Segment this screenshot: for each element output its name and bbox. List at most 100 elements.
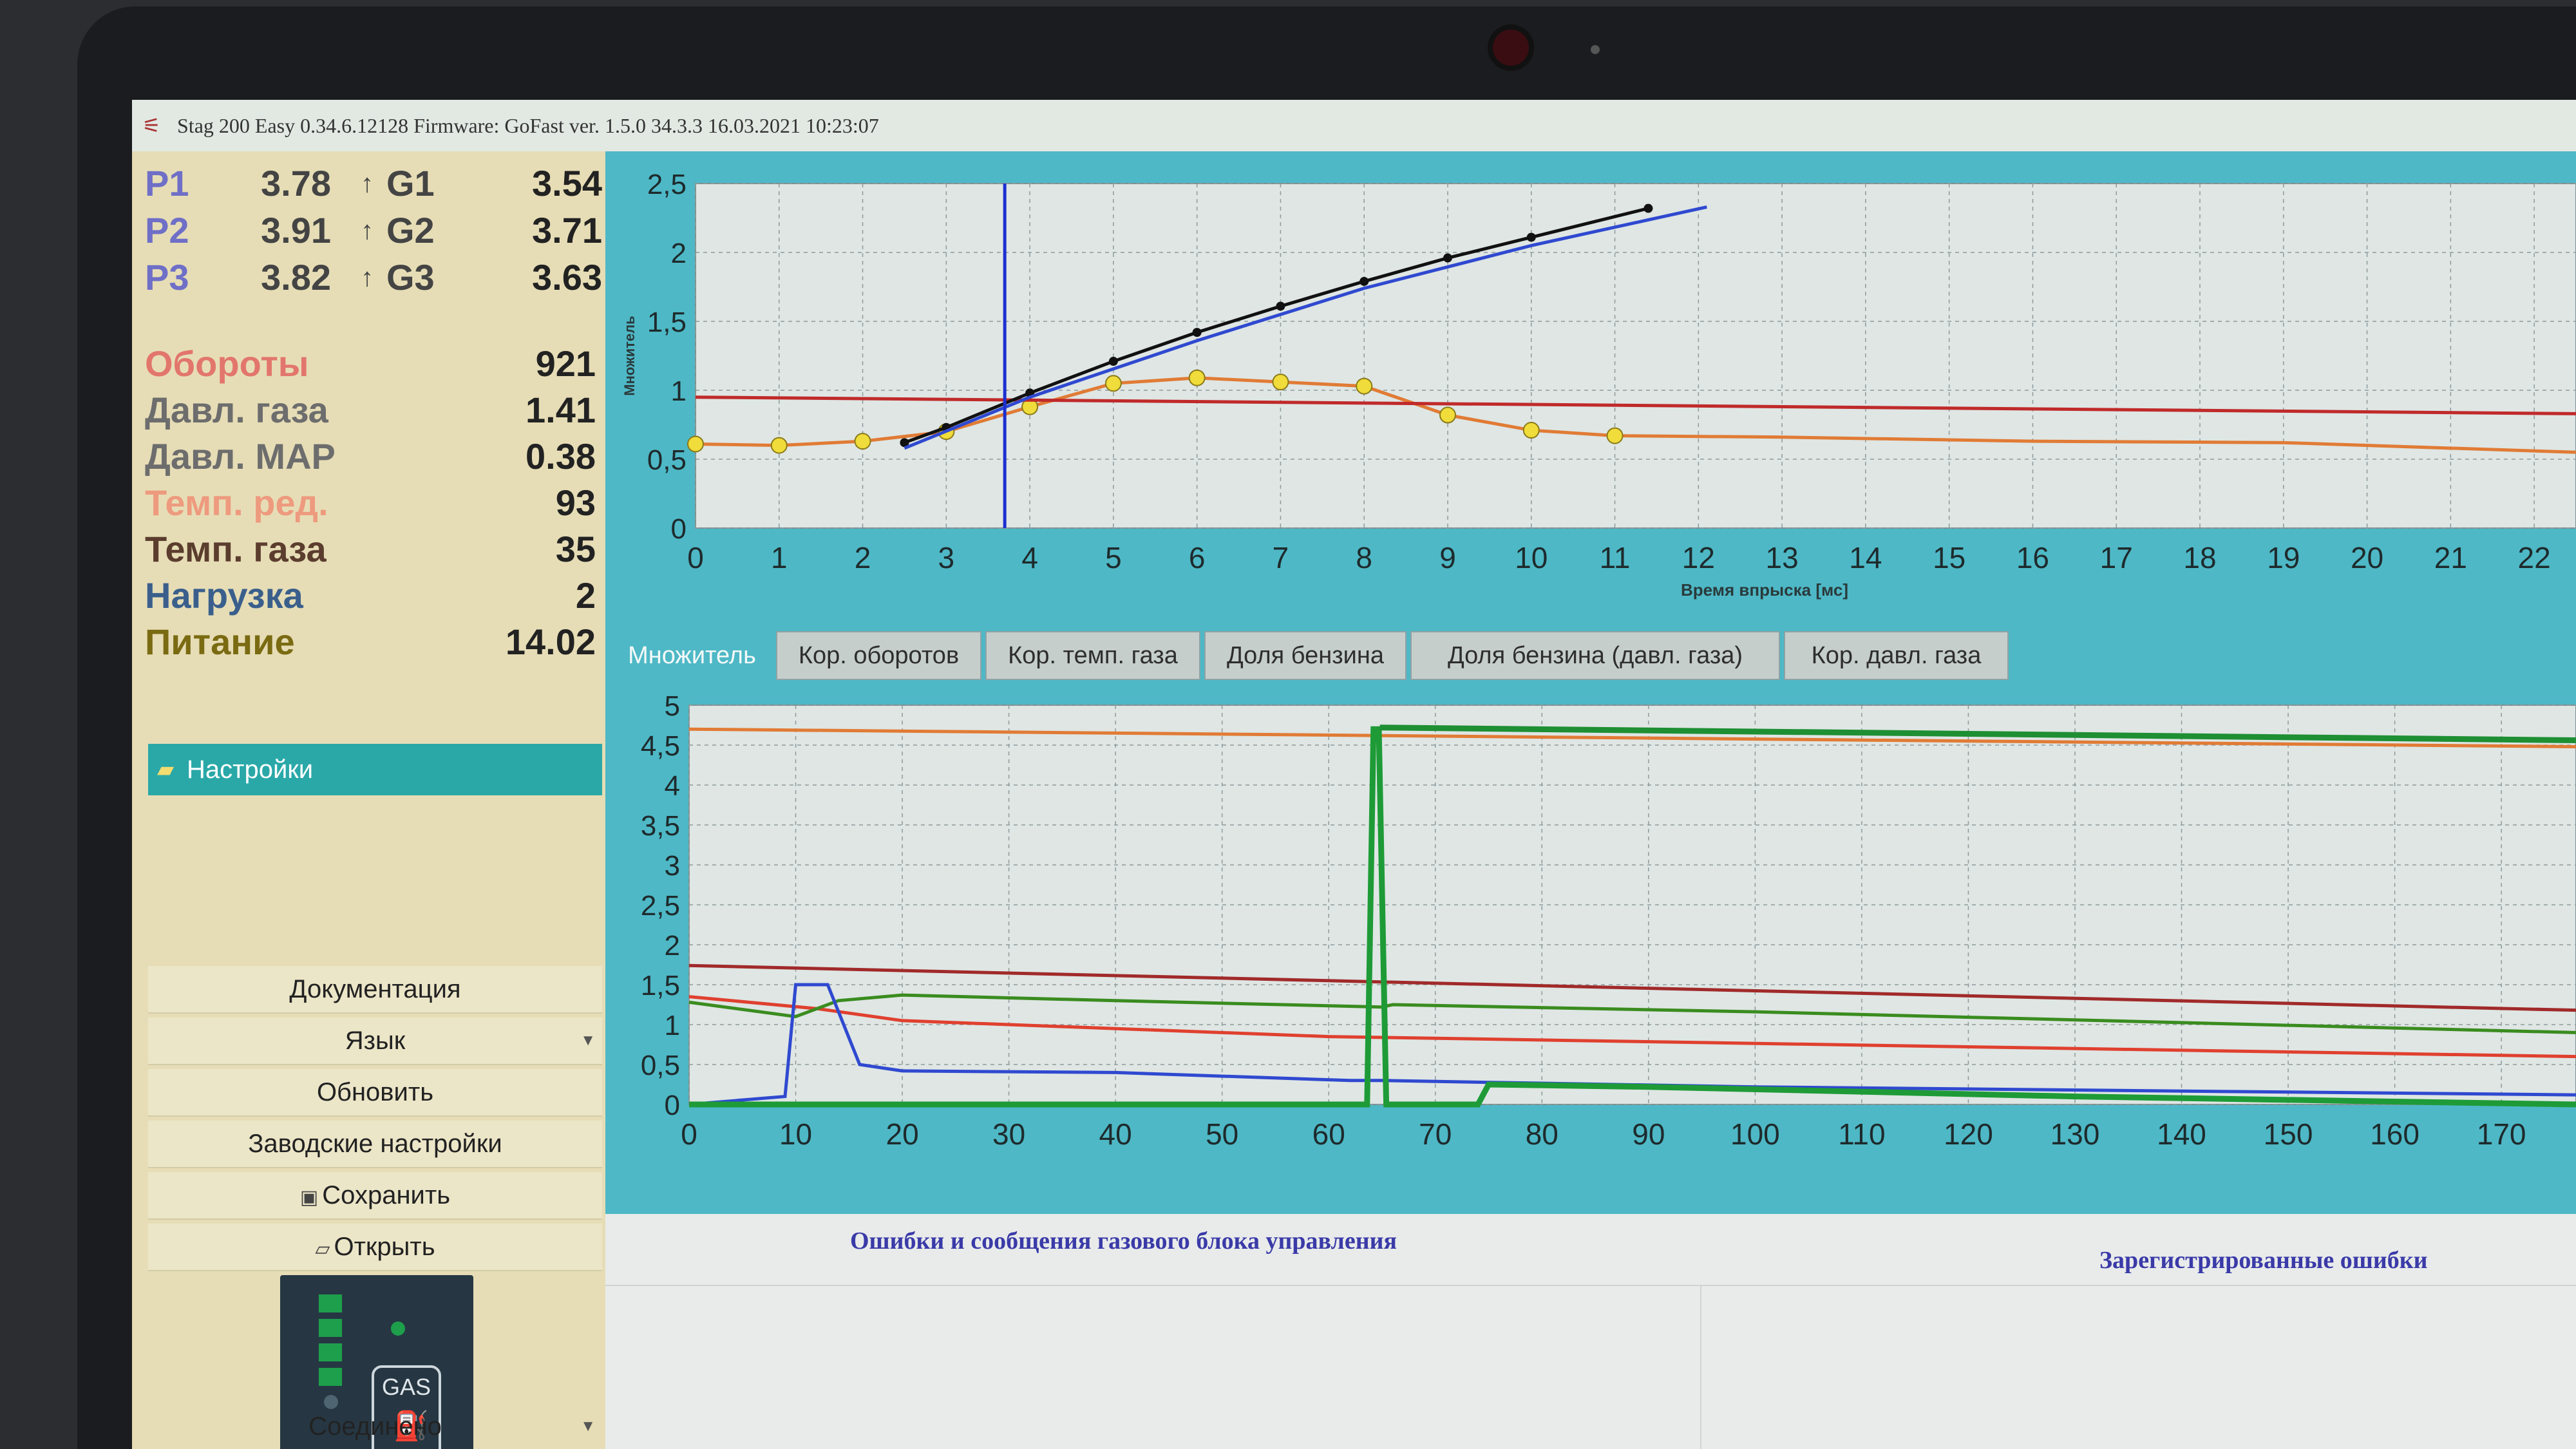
menu-open[interactable]: ▱ Открыть xyxy=(148,1224,602,1271)
x-tick-label: 40 xyxy=(1099,1117,1132,1151)
x-tick-label: 150 xyxy=(2264,1117,2313,1151)
x-tick-label: 160 xyxy=(2370,1117,2420,1151)
messages-panel: Ошибки и сообщения газового блока управл… xyxy=(605,1214,2576,1449)
x-tick-label: 11 xyxy=(1600,541,1631,574)
x-axis-label: Время впрыска [мс] xyxy=(1681,580,1848,600)
window-title: Stag 200 Easy 0.34.6.12128 Firmware: GoF… xyxy=(177,114,879,137)
floppy-icon: ▣ xyxy=(299,1187,319,1208)
level-bar xyxy=(319,1343,342,1361)
p3-value: 3.82 xyxy=(261,257,331,298)
p1-label: P1 xyxy=(145,163,189,204)
up-arrow-icon: ↑ xyxy=(361,169,374,198)
x-tick-label: 6 xyxy=(1189,541,1206,574)
param-label: Давл. газа xyxy=(145,390,328,430)
param-row: Давл. MAP 0.38 xyxy=(145,434,596,479)
tab-label: Множитель xyxy=(628,642,756,669)
app-icon: ⚟ xyxy=(142,114,161,137)
chevron-down-icon: ▼ xyxy=(580,1032,596,1049)
data-point xyxy=(1443,253,1452,263)
x-tick-label: 2 xyxy=(855,541,871,574)
chart-panel: 0 1 2 3 4 5 6 7 8 9 10 11 12 13 14 15 16 17 18 19 20 21 22 0 0,5… xyxy=(605,151,2576,1214)
x-tick-label: 18 xyxy=(2183,541,2216,574)
folder-open-icon: ▱ xyxy=(315,1238,330,1260)
tab-label: Кор. давл. газа xyxy=(1811,642,1982,669)
settings-header[interactable]: ▰ Настройки xyxy=(148,744,602,795)
menu-factory-settings[interactable]: Заводские настройки xyxy=(148,1121,602,1168)
menu-label: Язык xyxy=(345,1027,406,1055)
plot-area xyxy=(695,183,2576,529)
x-tick-label: 19 xyxy=(2267,541,2300,574)
y-tick-label: 2 xyxy=(671,238,687,269)
param-row: Давл. газа 1.41 xyxy=(145,388,596,433)
data-point xyxy=(1606,427,1624,444)
level-bar xyxy=(319,1368,342,1386)
tab-gas-temp-correction[interactable]: Кор. темп. газа xyxy=(985,631,1200,680)
data-point xyxy=(687,435,704,453)
multiplier-chart[interactable]: 0 1 2 3 4 5 6 7 8 9 10 11 12 13 14 15 16 17 18 19 20 21 2200,5… xyxy=(605,151,2576,631)
param-label: Питание xyxy=(145,621,295,662)
param-row: Обороты 921 xyxy=(145,341,596,386)
y-tick-label: 0,5 xyxy=(641,1050,680,1081)
y-tick-label: 1 xyxy=(665,1010,680,1041)
y-tick-label: 4,5 xyxy=(641,730,680,762)
x-tick-label: 16 xyxy=(2016,541,2049,574)
y-tick-label: 3 xyxy=(665,850,680,882)
x-tick-label: 170 xyxy=(2477,1117,2526,1151)
menu-update[interactable]: Обновить xyxy=(148,1069,602,1117)
x-tick-label: 30 xyxy=(992,1117,1025,1151)
p1-value: 3.78 xyxy=(261,163,331,204)
x-tick-label: 14 xyxy=(1849,541,1882,574)
g2-value: 3.71 xyxy=(532,210,602,251)
tab-label: Доля бензина (давл. газа) xyxy=(1447,642,1743,669)
tab-multiplier[interactable]: Множитель xyxy=(612,631,772,680)
settings-label: Настройки xyxy=(187,755,314,784)
x-tick-label: 22 xyxy=(2518,541,2551,574)
data-point xyxy=(854,433,871,450)
data-point xyxy=(1104,375,1122,392)
g1-value: 3.54 xyxy=(532,163,602,204)
x-tick-label: 8 xyxy=(1356,541,1372,574)
x-tick-label: 100 xyxy=(1730,1117,1780,1151)
tab-petrol-share[interactable]: Доля бензина xyxy=(1204,631,1406,680)
divider xyxy=(1700,1285,1701,1449)
data-point xyxy=(1359,276,1369,286)
g3-label: G3 xyxy=(386,257,435,298)
y-tick-label: 0 xyxy=(665,1090,680,1121)
tab-rpm-correction[interactable]: Кор. оборотов xyxy=(776,631,981,680)
tab-gas-pressure-correction[interactable]: Кор. давл. газа xyxy=(1784,631,2009,680)
g3-value: 3.63 xyxy=(532,257,602,298)
status-led xyxy=(391,1321,405,1336)
registered-errors-title: Зарегистрированные ошибки xyxy=(2099,1247,2428,1274)
param-label: Давл. MAP xyxy=(145,436,336,477)
tab-petrol-share-gas-pressure[interactable]: Доля бензина (давл. газа) xyxy=(1410,631,1780,680)
data-point xyxy=(770,437,788,454)
data-point xyxy=(1643,204,1653,213)
menu-language[interactable]: Язык ▼ xyxy=(148,1018,602,1065)
webcam-led xyxy=(1591,45,1600,54)
param-value: 0.38 xyxy=(526,436,596,477)
data-point xyxy=(1192,328,1202,337)
tab-label: Кор. оборотов xyxy=(798,642,960,669)
up-arrow-icon: ↑ xyxy=(361,216,374,245)
y-tick-label: 0,5 xyxy=(647,444,687,476)
y-tick-label: 4 xyxy=(665,770,680,802)
x-tick-label: 20 xyxy=(2351,541,2383,574)
errors-title: Ошибки и сообщения газового блока управл… xyxy=(850,1227,1397,1255)
x-tick-label: 0 xyxy=(687,541,704,574)
menu-documentation[interactable]: Документация xyxy=(148,966,602,1014)
x-tick-label: 70 xyxy=(1419,1117,1452,1151)
param-value: 2 xyxy=(575,575,596,616)
x-tick-label: 13 xyxy=(1766,541,1799,574)
chevron-down-icon: ▼ xyxy=(580,1417,596,1435)
x-tick-label: 0 xyxy=(681,1117,697,1151)
g1-label: G1 xyxy=(386,163,435,204)
data-point xyxy=(1439,406,1456,424)
data-point xyxy=(1276,301,1285,311)
param-label: Обороты xyxy=(145,343,309,384)
y-axis-label: Множитель xyxy=(621,316,638,395)
oscilloscope-chart[interactable]: 0 10 20 30 40 50 60 70 80 90 100 110 120 130 140 150 160… xyxy=(605,686,2576,1214)
param-row: Темп. ред. 93 xyxy=(145,480,596,526)
menu-save[interactable]: ▣ Сохранить xyxy=(148,1172,602,1220)
reading-p1: P1 3.78 ↑ G1 3.54 xyxy=(145,161,602,206)
x-tick-label: 1 xyxy=(771,541,788,574)
